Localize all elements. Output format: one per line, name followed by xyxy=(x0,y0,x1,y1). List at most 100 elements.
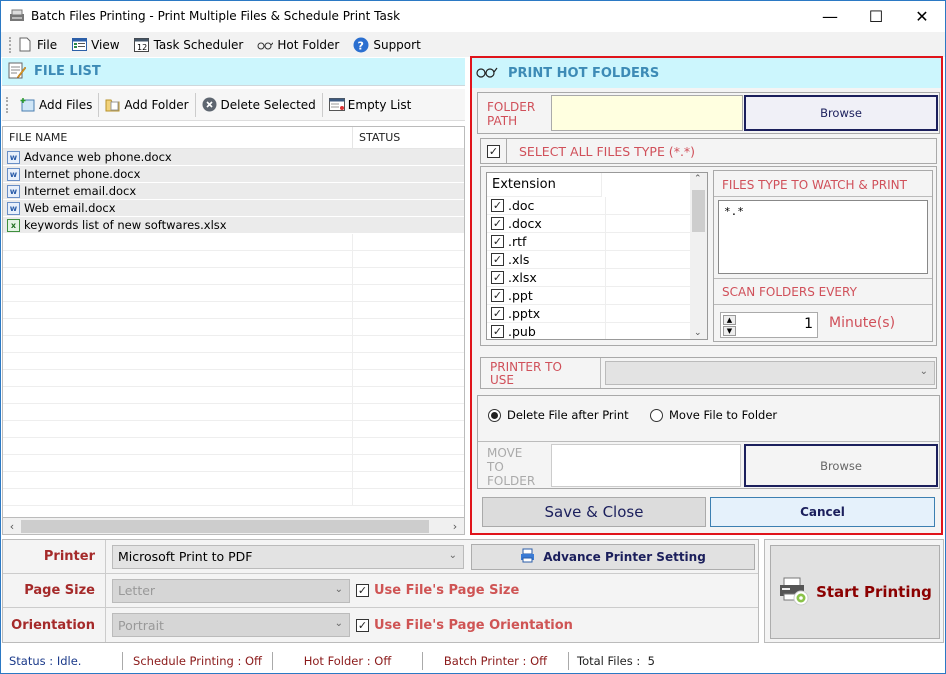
extension-checkbox[interactable]: ✓ xyxy=(491,253,504,266)
extension-item[interactable]: ✓ .pub xyxy=(487,323,690,339)
select-all-row[interactable]: ✓ SELECT ALL FILES TYPE (*.*) xyxy=(480,138,937,164)
page-size-row: Page Size Letter ⌄ ✓ Use File's Page Siz… xyxy=(3,574,758,608)
scroll-thumb[interactable] xyxy=(21,520,429,533)
glasses-icon xyxy=(257,37,274,53)
radio-selected-icon[interactable] xyxy=(488,408,501,422)
menu-view[interactable]: View xyxy=(71,37,120,53)
page-size-select[interactable]: Letter ⌄ xyxy=(112,578,350,603)
empty-row xyxy=(3,455,464,472)
menu-support[interactable]: ? Support xyxy=(353,37,421,53)
file-row[interactable]: w Internet email.docx xyxy=(3,183,464,200)
window-title: Batch Files Printing - Print Multiple Fi… xyxy=(31,9,401,23)
empty-cell xyxy=(3,285,353,301)
extension-scroll-thumb[interactable] xyxy=(692,190,705,232)
delete-after-print-option[interactable]: Delete File after Print xyxy=(488,408,629,422)
scroll-up-icon[interactable]: ⌃ xyxy=(694,174,702,184)
extension-checkbox[interactable]: ✓ xyxy=(491,199,504,212)
move-folder-browse-button[interactable]: Browse xyxy=(744,444,938,487)
file-name-cell: x keywords list of new softwares.xlsx xyxy=(3,218,353,232)
printer-to-use-row: PRINTER TO USE ⌄ xyxy=(480,357,937,389)
extension-item[interactable]: ✓ .pptx xyxy=(487,305,690,323)
orientation-select[interactable]: Portrait ⌄ xyxy=(112,613,350,637)
scroll-right-icon[interactable]: › xyxy=(447,518,463,535)
empty-cell xyxy=(3,387,353,403)
file-row[interactable]: x keywords list of new softwares.xlsx xyxy=(3,217,464,234)
hot-printer-select[interactable]: ⌄ xyxy=(605,361,935,385)
maximize-button[interactable]: ☐ xyxy=(853,1,899,32)
help-icon: ? xyxy=(353,37,369,53)
extension-item[interactable]: ✓ .docx xyxy=(487,215,690,233)
extension-checkbox[interactable]: ✓ xyxy=(491,271,504,284)
extension-item[interactable]: ✓ .xlsx xyxy=(487,269,690,287)
extension-label: .ppt xyxy=(508,287,606,304)
horizontal-scrollbar[interactable]: ‹ › xyxy=(2,518,465,535)
stepper-up-icon[interactable]: ▲ xyxy=(723,315,736,325)
file-name-cell: w Internet phone.docx xyxy=(3,167,353,181)
column-file-name[interactable]: FILE NAME xyxy=(3,127,353,148)
app-icon xyxy=(9,9,25,23)
advance-printer-setting-button[interactable]: Advance Printer Setting xyxy=(471,543,755,570)
extension-label: .xls xyxy=(508,251,606,268)
empty-row xyxy=(3,421,464,438)
empty-cell xyxy=(3,268,353,284)
word-file-icon: w xyxy=(7,201,20,215)
start-printing-button[interactable]: Start Printing xyxy=(770,545,940,639)
close-button[interactable]: ✕ xyxy=(899,1,945,32)
extension-checkbox[interactable]: ✓ xyxy=(491,307,504,320)
scan-interval-stepper[interactable]: ▲ ▼ 1 xyxy=(720,312,818,338)
cancel-button[interactable]: Cancel xyxy=(710,497,935,527)
select-all-label: SELECT ALL FILES TYPE (*.*) xyxy=(519,143,696,159)
extension-checkbox[interactable]: ✓ xyxy=(491,235,504,248)
use-file-orientation-checkbox[interactable]: ✓ xyxy=(356,618,369,632)
empty-cell xyxy=(3,353,353,369)
use-file-page-size-checkbox[interactable]: ✓ xyxy=(356,584,369,597)
extension-checkbox[interactable]: ✓ xyxy=(491,217,504,230)
watch-types-textarea[interactable]: *.* xyxy=(718,200,928,274)
empty-cell xyxy=(3,319,353,335)
extension-item[interactable]: ✓ .doc xyxy=(487,197,690,215)
empty-list-button[interactable]: Empty List xyxy=(323,93,418,117)
extension-item[interactable]: ✓ .rtf xyxy=(487,233,690,251)
move-to-folder-option[interactable]: Move File to Folder xyxy=(650,408,777,422)
scan-unit-label: Minute(s) xyxy=(829,315,896,331)
folder-path-input[interactable] xyxy=(551,95,743,131)
word-file-icon: w xyxy=(7,150,20,164)
scroll-left-icon[interactable]: ‹ xyxy=(4,518,20,535)
extension-item[interactable]: ✓ .ppt xyxy=(487,287,690,305)
menu-support-label: Support xyxy=(373,37,421,52)
file-name: Internet phone.docx xyxy=(24,167,141,181)
extension-label: .pptx xyxy=(508,305,606,322)
column-status[interactable]: STATUS xyxy=(353,127,464,148)
print-hot-folders-panel: PRINT HOT FOLDERS FOLDER PATH Browse ✓ S… xyxy=(470,56,943,535)
save-close-button[interactable]: Save & Close xyxy=(482,497,706,527)
file-row[interactable]: w Web email.docx xyxy=(3,200,464,217)
folder-browse-button[interactable]: Browse xyxy=(744,95,938,131)
minimize-button[interactable]: — xyxy=(807,1,853,32)
file-row[interactable]: w Internet phone.docx xyxy=(3,166,464,183)
toolbar-grip xyxy=(6,96,8,113)
menu-file[interactable]: File xyxy=(17,37,57,53)
move-folder-input[interactable] xyxy=(551,444,741,487)
file-name: Advance web phone.docx xyxy=(24,150,172,164)
printer-select[interactable]: Microsoft Print to PDF ⌄ xyxy=(112,544,464,569)
empty-cell xyxy=(3,234,353,250)
extension-checkbox[interactable]: ✓ xyxy=(491,325,504,338)
add-folder-button[interactable]: Add Folder xyxy=(99,92,196,117)
radio-unselected-icon[interactable] xyxy=(650,408,663,422)
extension-label: .xlsx xyxy=(508,269,606,286)
scroll-down-icon[interactable]: ⌄ xyxy=(694,328,702,338)
extension-item[interactable]: ✓ .xls xyxy=(487,251,690,269)
status-item: Status : Idle. xyxy=(1,652,123,670)
select-all-checkbox[interactable]: ✓ xyxy=(487,144,500,158)
status-bar: Status : Idle. Schedule Printing : Off H… xyxy=(1,649,945,673)
menu-task-scheduler[interactable]: 12 Task Scheduler xyxy=(134,37,243,53)
file-row[interactable]: w Advance web phone.docx xyxy=(3,149,464,166)
delete-selected-button[interactable]: Delete Selected xyxy=(196,92,323,117)
add-files-button[interactable]: Add Files xyxy=(14,92,100,117)
extension-checkbox[interactable]: ✓ xyxy=(491,289,504,302)
menu-hot-folder[interactable]: Hot Folder xyxy=(257,37,339,53)
extension-scrollbar[interactable]: ⌃ ⌄ xyxy=(690,173,707,339)
total-files-status: Total Files : 5 xyxy=(569,652,663,670)
stepper-down-icon[interactable]: ▼ xyxy=(723,326,736,336)
calendar-icon: 12 xyxy=(134,37,150,53)
